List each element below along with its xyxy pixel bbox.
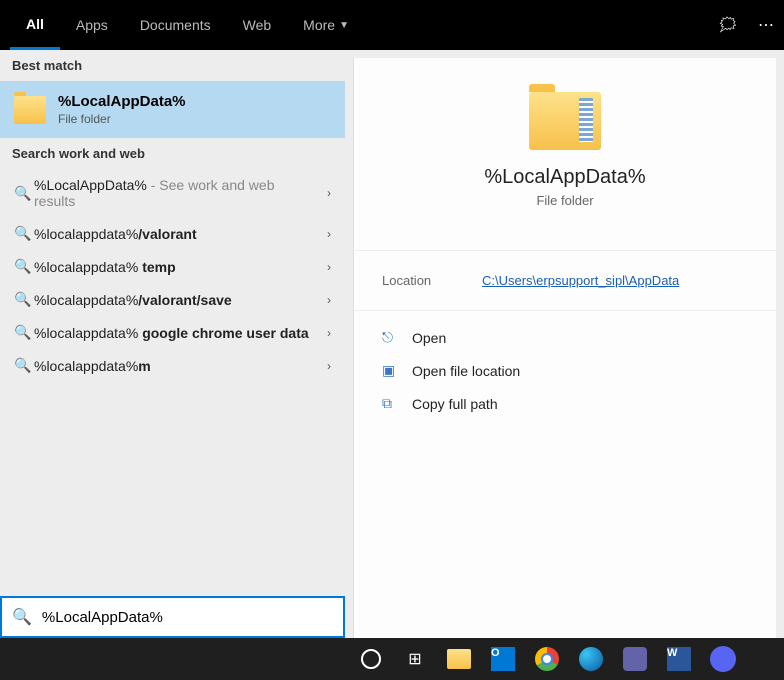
tab-apps[interactable]: Apps [60, 0, 124, 50]
chevron-right-icon: › [327, 293, 331, 307]
chevron-right-icon: › [327, 186, 331, 200]
search-icon: 🔍 [14, 324, 34, 341]
best-match-title: %LocalAppData% [58, 93, 186, 110]
action-copy-path[interactable]: ⧉ Copy full path [376, 387, 754, 420]
chevron-right-icon: › [327, 326, 331, 340]
folder-open-icon: ▣ [382, 362, 398, 379]
tab-more[interactable]: More▼ [287, 0, 365, 50]
tab-web[interactable]: Web [227, 0, 288, 50]
taskbar: ⊞ O W [0, 638, 784, 680]
feedback-icon[interactable]: 🗯 [718, 15, 738, 35]
search-icon: 🔍 [14, 185, 34, 202]
open-icon: ⎋ [382, 329, 398, 346]
web-result[interactable]: 🔍 %localappdata%/valorant › [0, 217, 345, 250]
web-section-header: Search work and web [0, 138, 345, 169]
task-view-icon[interactable]: ⊞ [399, 643, 431, 675]
edge-icon[interactable] [575, 643, 607, 675]
action-open-location[interactable]: ▣ Open file location [376, 354, 754, 387]
web-result[interactable]: 🔍 %localappdata%/valorant/save › [0, 283, 345, 316]
best-match-header: Best match [0, 50, 345, 81]
file-explorer-icon[interactable] [443, 643, 475, 675]
cortana-icon[interactable] [355, 643, 387, 675]
teams-icon[interactable] [619, 643, 651, 675]
web-result[interactable]: 🔍 %localappdata%m › [0, 349, 345, 382]
location-label: Location [382, 273, 482, 288]
copy-icon: ⧉ [382, 395, 398, 412]
web-result[interactable]: 🔍 %LocalAppData% - See work and web resu… [0, 169, 345, 217]
outlook-icon[interactable]: O [487, 643, 519, 675]
chrome-icon[interactable] [531, 643, 563, 675]
search-icon: 🔍 [14, 357, 34, 374]
search-input[interactable] [42, 609, 333, 626]
tab-documents[interactable]: Documents [124, 0, 227, 50]
chevron-down-icon: ▼ [339, 20, 349, 31]
location-link[interactable]: C:\Users\erpsupport_sipl\AppData [482, 273, 679, 288]
search-tabs: All Apps Documents Web More▼ 🗯 ⋯ [0, 0, 784, 50]
search-icon: 🔍 [12, 607, 32, 627]
preview-title: %LocalAppData% [374, 166, 756, 189]
results-panel: Best match %LocalAppData% File folder Se… [0, 50, 345, 638]
search-icon: 🔍 [14, 258, 34, 275]
web-result[interactable]: 🔍 %localappdata% google chrome user data… [0, 316, 345, 349]
folder-icon [14, 96, 46, 124]
best-match-result[interactable]: %LocalAppData% File folder [0, 81, 345, 138]
preview-subtitle: File folder [374, 193, 756, 208]
search-icon: 🔍 [14, 225, 34, 242]
best-match-subtitle: File folder [58, 112, 186, 126]
tab-all[interactable]: All [10, 0, 60, 50]
discord-icon[interactable] [707, 643, 739, 675]
chevron-right-icon: › [327, 227, 331, 241]
chevron-right-icon: › [327, 260, 331, 274]
folder-icon [529, 92, 601, 150]
web-result[interactable]: 🔍 %localappdata% temp › [0, 250, 345, 283]
chevron-right-icon: › [327, 359, 331, 373]
search-box[interactable]: 🔍 [0, 596, 345, 638]
preview-panel: %LocalAppData% File folder Location C:\U… [353, 58, 776, 638]
search-icon: 🔍 [14, 291, 34, 308]
more-options-icon[interactable]: ⋯ [758, 15, 774, 35]
action-open[interactable]: ⎋ Open [376, 321, 754, 354]
word-icon[interactable]: W [663, 643, 695, 675]
